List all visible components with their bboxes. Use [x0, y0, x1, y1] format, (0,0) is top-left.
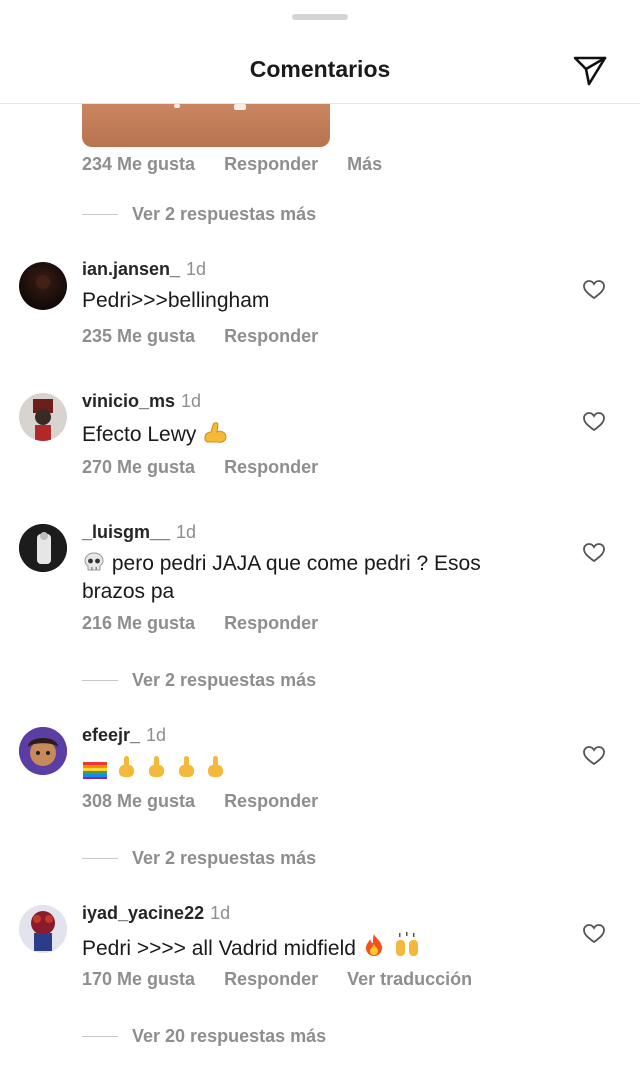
- middle-finger-icon: [174, 754, 198, 786]
- comment-time: 1d: [176, 522, 197, 542]
- comment-text-line: brazos pa: [82, 580, 175, 603]
- comment-time: 1d: [146, 725, 167, 745]
- heart-icon[interactable]: [583, 746, 605, 766]
- heart-icon[interactable]: [583, 924, 605, 944]
- middle-finger-icon: [203, 754, 227, 786]
- flexed-biceps-icon: [202, 420, 228, 450]
- like-count[interactable]: 270 Me gusta: [82, 457, 195, 478]
- reply-button[interactable]: Responder: [224, 969, 318, 990]
- comment-actions: 216 Me gusta Responder: [82, 613, 342, 634]
- reply-button[interactable]: Responder: [224, 326, 318, 347]
- reply-button[interactable]: Responder: [224, 791, 318, 812]
- comment-media-image[interactable]: [82, 104, 330, 147]
- view-replies-button[interactable]: Ver 2 respuestas más: [82, 204, 316, 225]
- heart-icon[interactable]: [583, 412, 605, 432]
- avatar[interactable]: [19, 905, 67, 953]
- translate-button[interactable]: Ver traducción: [347, 969, 472, 990]
- comment-username[interactable]: _luisgm__ 1d: [82, 522, 196, 543]
- reply-button[interactable]: Responder: [224, 154, 318, 175]
- like-count[interactable]: 216 Me gusta: [82, 613, 195, 634]
- like-count[interactable]: 234 Me gusta: [82, 154, 195, 175]
- comment-actions: 235 Me gusta Responder: [82, 326, 342, 347]
- comment-username[interactable]: ian.jansen_ 1d: [82, 259, 206, 280]
- fire-icon: [362, 932, 386, 964]
- comment-text-line: pero pedri JAJA que come pedri ? Esos: [111, 552, 481, 575]
- rainbow-flag-icon: [82, 760, 108, 786]
- drag-handle[interactable]: [292, 14, 348, 20]
- avatar[interactable]: [19, 524, 67, 572]
- comment-actions: 170 Me gusta Responder Ver traducción: [82, 969, 496, 990]
- replies-divider: [82, 1036, 118, 1037]
- comments-sheet-header: Comentarios: [0, 0, 640, 104]
- replies-divider: [82, 214, 118, 215]
- avatar[interactable]: [19, 727, 67, 775]
- heart-icon[interactable]: [583, 280, 605, 300]
- username-label[interactable]: iyad_yacine22: [82, 903, 204, 923]
- comment-actions: 308 Me gusta Responder: [82, 791, 342, 812]
- comment-text-content: Efecto Lewy: [82, 423, 197, 446]
- middle-finger-icon: [114, 754, 138, 786]
- like-count[interactable]: 170 Me gusta: [82, 969, 195, 990]
- avatar[interactable]: [19, 393, 67, 441]
- paper-plane-icon[interactable]: [572, 54, 608, 86]
- view-replies-button[interactable]: Ver 20 respuestas más: [82, 1026, 326, 1047]
- like-count[interactable]: 308 Me gusta: [82, 791, 195, 812]
- comment-time: 1d: [181, 391, 202, 411]
- comment-text: Pedri>>>bellingham: [82, 289, 270, 312]
- comment-text: Pedri >>>> all Vadrid midfield: [82, 932, 552, 964]
- view-replies-label[interactable]: Ver 2 respuestas más: [132, 204, 316, 225]
- raising-hands-icon: [392, 932, 422, 964]
- username-label[interactable]: vinicio_ms: [82, 391, 175, 411]
- comment-actions: 234 Me gusta Responder Más: [82, 154, 406, 175]
- comment-text: pero pedri JAJA que come pedri ? Esos br…: [82, 551, 552, 604]
- skull-icon: [82, 551, 106, 579]
- replies-divider: [82, 680, 118, 681]
- username-label[interactable]: _luisgm__: [82, 522, 170, 542]
- view-replies-label[interactable]: Ver 20 respuestas más: [132, 1026, 326, 1047]
- comment-username[interactable]: iyad_yacine22 1d: [82, 903, 230, 924]
- view-replies-button[interactable]: Ver 2 respuestas más: [82, 670, 316, 691]
- reply-button[interactable]: Responder: [224, 613, 318, 634]
- comment-time: 1d: [186, 259, 207, 279]
- heart-icon[interactable]: [583, 543, 605, 563]
- username-label[interactable]: efeejr_: [82, 725, 140, 745]
- more-button[interactable]: Más: [347, 154, 382, 175]
- avatar[interactable]: [19, 262, 67, 310]
- replies-divider: [82, 858, 118, 859]
- comment-text: Efecto Lewy: [82, 420, 552, 450]
- comment-username[interactable]: efeejr_ 1d: [82, 725, 166, 746]
- reply-button[interactable]: Responder: [224, 457, 318, 478]
- comment-text-content: Pedri >>>> all Vadrid midfield: [82, 937, 356, 960]
- like-count[interactable]: 235 Me gusta: [82, 326, 195, 347]
- comment-time: 1d: [210, 903, 231, 923]
- comment-username[interactable]: vinicio_ms 1d: [82, 391, 201, 412]
- comment-emoji-row: [82, 754, 552, 786]
- view-replies-label[interactable]: Ver 2 respuestas más: [132, 848, 316, 869]
- comment-actions: 270 Me gusta Responder: [82, 457, 342, 478]
- view-replies-button[interactable]: Ver 2 respuestas más: [82, 848, 316, 869]
- username-label[interactable]: ian.jansen_: [82, 259, 180, 279]
- middle-finger-icon: [144, 754, 168, 786]
- page-title: Comentarios: [249, 56, 391, 82]
- view-replies-label[interactable]: Ver 2 respuestas más: [132, 670, 316, 691]
